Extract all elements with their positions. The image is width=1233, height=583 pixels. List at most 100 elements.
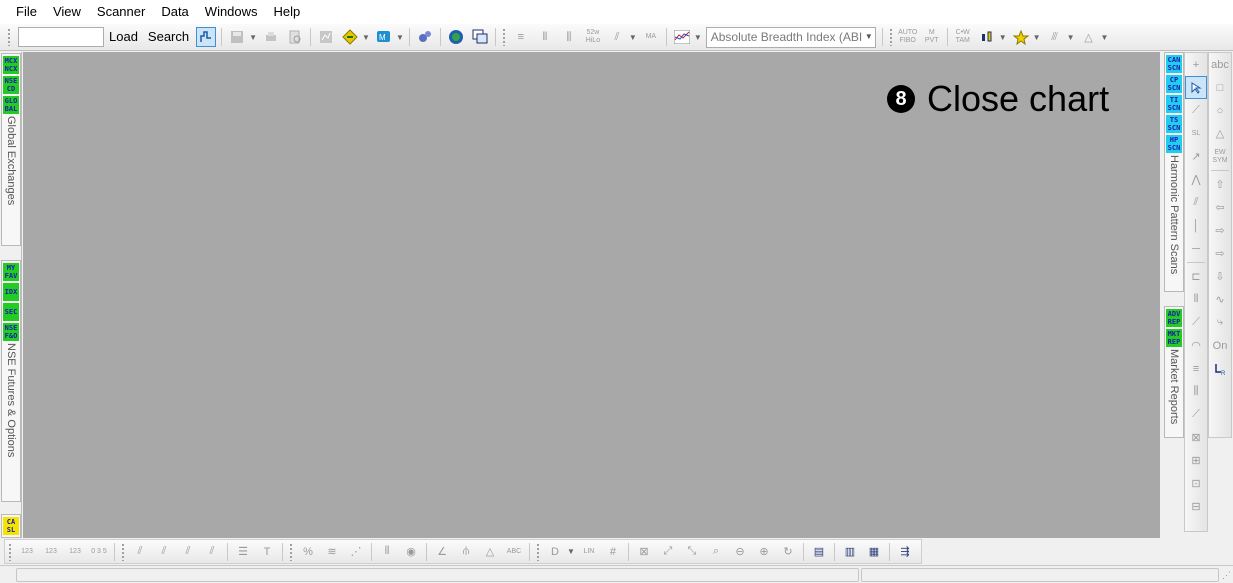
d-icon[interactable]: D: [545, 542, 565, 562]
vertical-bars-icon[interactable]: ⦀: [377, 542, 397, 562]
arrow-left-tool-icon[interactable]: ⇦: [1209, 196, 1231, 219]
resize-grip-icon[interactable]: ⋰: [1222, 570, 1231, 581]
can-scn-button[interactable]: CAN SCN: [1166, 55, 1182, 73]
fib-time-tool-icon[interactable]: ⦀: [1185, 288, 1207, 311]
mkt-rep-button[interactable]: MKT REP: [1166, 329, 1182, 347]
angle-icon[interactable]: ∠: [432, 542, 452, 562]
menu-windows[interactable]: Windows: [197, 0, 266, 24]
matrix2-tool-icon[interactable]: ⊟: [1185, 495, 1207, 518]
symbol-input[interactable]: [18, 27, 104, 47]
ew-sym-tool-icon[interactable]: EW SYM: [1209, 145, 1231, 168]
chart-style-1-icon[interactable]: ⫽: [130, 542, 150, 562]
fan-tool-icon[interactable]: ⟋: [1185, 311, 1207, 334]
paste-icon[interactable]: ▥: [840, 542, 860, 562]
menu-help[interactable]: Help: [266, 0, 309, 24]
arrow-right-tool-icon[interactable]: ⇨: [1209, 219, 1231, 242]
fan-lines-icon[interactable]: ≋: [322, 542, 342, 562]
arrow-up-tool-icon[interactable]: ⇧: [1209, 173, 1231, 196]
harmonic-pattern-scans-caption[interactable]: Harmonic Pattern Scans: [1168, 155, 1180, 274]
template-icon[interactable]: ☰: [233, 542, 253, 562]
gann-grid-tool-icon[interactable]: ⊠: [1185, 426, 1207, 449]
percent-icon[interactable]: %: [298, 542, 318, 562]
pitchfork-icon[interactable]: ⫛: [456, 542, 476, 562]
market-profile-icon[interactable]: ◉: [401, 542, 421, 562]
sec-button[interactable]: SEC: [3, 303, 19, 321]
channel-sl-tool-icon[interactable]: ⫽: [1185, 191, 1207, 214]
menu-data[interactable]: Data: [153, 0, 196, 24]
adv-rep-button[interactable]: ADV REP: [1166, 309, 1182, 327]
windows-layout-icon[interactable]: [470, 27, 490, 47]
lin-icon[interactable]: LIN: [579, 542, 599, 562]
toolbar-grip[interactable]: [7, 28, 11, 46]
toolbar-grip[interactable]: [536, 542, 540, 561]
load-button[interactable]: Load: [104, 26, 143, 48]
global-exchanges-caption[interactable]: Global Exchanges: [5, 116, 17, 205]
abc-pattern-icon[interactable]: ABC: [504, 542, 524, 562]
menu-scanner[interactable]: Scanner: [89, 0, 153, 24]
zoom-icon[interactable]: ⌕: [706, 542, 726, 562]
tnr-dropdown-icon[interactable]: ▼: [1033, 33, 1041, 42]
notes-icon[interactable]: ▤: [809, 542, 829, 562]
zigzag-tool-icon[interactable]: ⋀: [1185, 168, 1207, 191]
d-dropdown-icon[interactable]: ▼: [567, 547, 575, 556]
pattern-icon[interactable]: ⫻: [1045, 27, 1065, 47]
triangle-tool-icon[interactable]: △: [1209, 122, 1231, 145]
ca-sl-button[interactable]: CA SL: [3, 517, 19, 535]
arc-tool-icon[interactable]: ◠: [1185, 334, 1207, 357]
idx-button[interactable]: IDX: [3, 283, 19, 301]
triangle-icon[interactable]: △: [480, 542, 500, 562]
sl-line-tool-icon[interactable]: SL: [1185, 122, 1207, 145]
mcx-ncx-button[interactable]: MCX NCX: [3, 56, 19, 74]
wave-tool-icon[interactable]: ∿: [1209, 288, 1231, 311]
text-tool-icon[interactable]: abc: [1209, 53, 1231, 76]
toolbar-grip[interactable]: [888, 28, 893, 46]
auto-fibo-icon[interactable]: AUTO FIBO: [898, 27, 918, 47]
globe-icon[interactable]: [446, 27, 466, 47]
arrow-turn-tool-icon[interactable]: ⇩: [1209, 265, 1231, 288]
print-icon[interactable]: [261, 27, 281, 47]
nse-cd-button[interactable]: NSE CD: [3, 76, 19, 94]
resize-icon[interactable]: ⤡: [682, 542, 702, 562]
triangle-dropdown-icon[interactable]: ▼: [1101, 33, 1109, 42]
my-fav-button[interactable]: MY FAV: [3, 263, 19, 281]
chart-style-2-icon[interactable]: ⫽: [154, 542, 174, 562]
diamond-signal-icon[interactable]: [340, 27, 360, 47]
bars-dropdown-icon[interactable]: ▼: [629, 33, 637, 42]
ma-icon[interactable]: MA: [641, 27, 661, 47]
gann-fan-tool-icon[interactable]: ⟋: [1185, 403, 1207, 426]
nse-fo-button[interactable]: NSE F&O: [3, 323, 19, 341]
zoom-in-icon[interactable]: ⊕: [754, 542, 774, 562]
crosshair-tool-icon[interactable]: +: [1185, 53, 1207, 76]
tnr-star-icon[interactable]: [1011, 27, 1031, 47]
cam-icon[interactable]: C•W TAM: [953, 27, 973, 47]
on-tool-icon[interactable]: On: [1209, 334, 1231, 357]
print-preview-icon[interactable]: [285, 27, 305, 47]
indicator-chart-icon[interactable]: [672, 27, 692, 47]
nse-futures-options-caption[interactable]: NSE Futures & Options: [5, 343, 17, 457]
multi-bars-icon[interactable]: ⫽: [607, 27, 627, 47]
arrow-bend-tool-icon[interactable]: ⤷: [1209, 311, 1231, 334]
search-button[interactable]: Search: [143, 26, 194, 48]
grid-icon[interactable]: #: [603, 542, 623, 562]
ts-scn-button[interactable]: TS SCN: [1166, 115, 1182, 133]
scan-icon[interactable]: ⇶: [895, 542, 915, 562]
candle-dropdown-icon[interactable]: ▼: [999, 33, 1007, 42]
menu-view[interactable]: View: [45, 0, 89, 24]
cp-scn-button[interactable]: CP SCN: [1166, 75, 1182, 93]
gears-icon[interactable]: [415, 27, 435, 47]
52w-hilo-icon[interactable]: 52w HiLo: [583, 27, 603, 47]
expand-icon[interactable]: ⤢: [658, 542, 678, 562]
market-explorer-icon[interactable]: M: [374, 27, 394, 47]
fit-icon[interactable]: ⊠: [634, 542, 654, 562]
fib-retrace-tool-icon[interactable]: ≡: [1185, 357, 1207, 380]
indicator-select[interactable]: Absolute Breadth Index (ABI ▼: [705, 26, 876, 48]
replay-tool-icon[interactable]: R: [1209, 357, 1231, 380]
chart-style-3-icon[interactable]: ⫽: [178, 542, 198, 562]
indicator-dropdown-icon[interactable]: ▼: [694, 33, 702, 42]
wave-035-icon[interactable]: 0 3 5: [89, 542, 109, 562]
global-button[interactable]: GLO BAL: [3, 96, 19, 114]
trendline-tool-icon[interactable]: ⟋: [1185, 99, 1207, 122]
ellipse-tool-icon[interactable]: ○: [1209, 99, 1231, 122]
chart-style-4-icon[interactable]: ⫽: [202, 542, 222, 562]
hp-scn-button[interactable]: HP SCN: [1166, 135, 1182, 153]
